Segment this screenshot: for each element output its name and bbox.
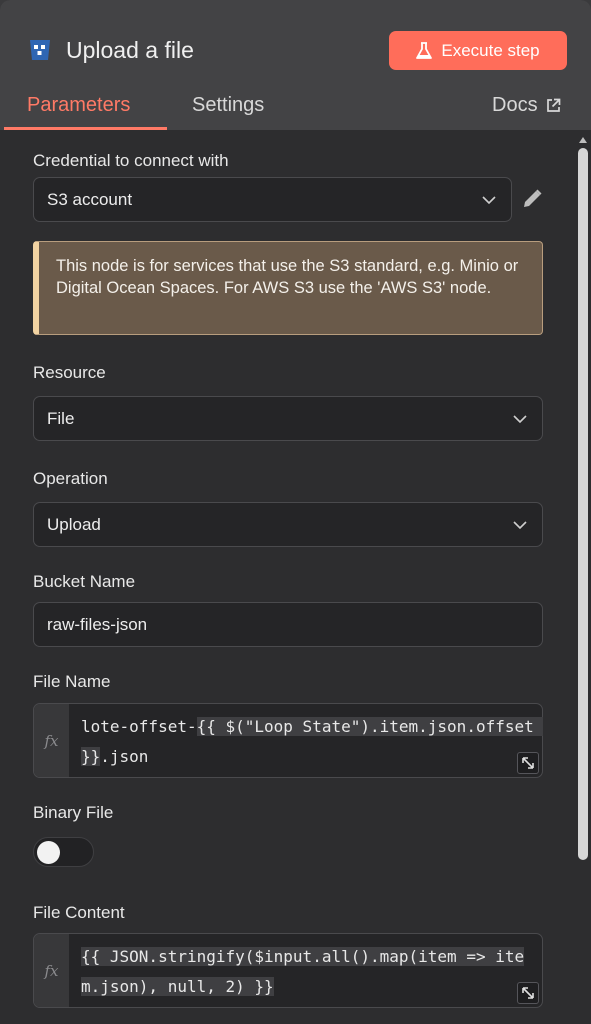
execute-step-button[interactable]: Execute step — [389, 31, 567, 70]
file-content-expression: {{ JSON.stringify($input.all().map(item … — [81, 947, 525, 996]
s3-bucket-icon — [30, 40, 50, 60]
bucket-name-label: Bucket Name — [33, 572, 136, 591]
docs-label: Docs — [492, 94, 538, 116]
file-content-expression-input[interactable]: fx {{ JSON.stringify($input.all().map(it… — [33, 933, 543, 1008]
credential-select[interactable]: S3 account — [33, 177, 512, 222]
parameters-form: Credential to connect with S3 account Th… — [0, 130, 574, 1024]
chevron-down-icon — [513, 415, 527, 424]
node-title: Upload a file — [66, 37, 194, 63]
operation-label: Operation — [33, 469, 108, 488]
s3-standard-notice: This node is for services that use the S… — [33, 241, 543, 335]
expand-arrow-icon — [522, 987, 534, 999]
node-parameters-panel: Upload a file Execute step Parameters Se… — [0, 0, 591, 1024]
bucket-name-value: raw-files-json — [47, 614, 148, 634]
resource-value: File — [47, 408, 75, 428]
file-name-expression-input[interactable]: fx lote-offset-{{ $("Loop State").item.j… — [33, 703, 544, 778]
resource-select[interactable]: File — [33, 396, 543, 441]
operation-select[interactable]: Upload — [33, 502, 543, 547]
resource-label: Resource — [33, 363, 106, 382]
tab-parameters[interactable]: Parameters — [27, 92, 130, 118]
file-content-label: File Content — [33, 903, 125, 922]
execute-step-label: Execute step — [441, 40, 540, 60]
tab-settings[interactable]: Settings — [192, 92, 264, 118]
flask-icon — [416, 41, 433, 59]
chevron-down-icon — [513, 521, 527, 530]
toggle-knob — [37, 841, 60, 864]
expand-icon[interactable] — [517, 752, 539, 774]
expand-arrow-icon — [522, 757, 534, 769]
fx-icon: fx — [34, 704, 69, 777]
file-name-code: lote-offset-{{ $("Loop State").item.json… — [81, 712, 544, 772]
binary-file-toggle[interactable] — [33, 837, 94, 867]
operation-value: Upload — [47, 514, 101, 534]
chevron-down-icon — [482, 196, 496, 205]
node-header: Upload a file Execute step Parameters Se… — [0, 0, 591, 130]
file-name-suffix: .json — [100, 747, 149, 766]
file-name-prefix: lote-offset- — [81, 717, 197, 736]
bucket-name-input[interactable]: raw-files-json — [33, 602, 543, 647]
scroll-up-arrow-icon[interactable] — [579, 136, 587, 144]
tab-docs[interactable]: Docs — [492, 92, 561, 118]
file-name-label: File Name — [33, 672, 111, 691]
credential-label: Credential to connect with — [33, 151, 229, 170]
file-content-code: {{ JSON.stringify($input.all().map(item … — [81, 942, 541, 1002]
fx-icon: fx — [34, 934, 69, 1007]
credential-value: S3 account — [47, 189, 133, 209]
external-link-icon — [546, 98, 560, 112]
pencil-icon[interactable] — [520, 187, 544, 211]
binary-file-label: Binary File — [33, 803, 114, 822]
vertical-scrollbar[interactable] — [575, 130, 591, 1024]
expand-icon[interactable] — [517, 982, 539, 1004]
scrollbar-thumb[interactable] — [578, 148, 588, 860]
